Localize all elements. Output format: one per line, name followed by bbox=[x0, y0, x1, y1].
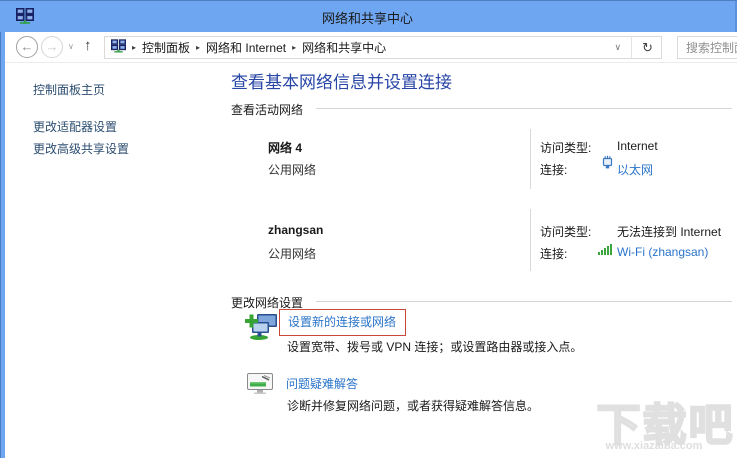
access-type-value: Internet bbox=[617, 139, 658, 153]
setup-new-connection-link[interactable]: 设置新的连接或网络 bbox=[288, 315, 396, 329]
page-title: 查看基本网络信息并设置连接 bbox=[231, 68, 452, 93]
sidebar-item-change-adapter-settings[interactable]: 更改适配器设置 bbox=[33, 118, 117, 135]
ethernet-link[interactable]: 以太网 bbox=[617, 161, 653, 178]
up-icon: ↑ bbox=[84, 37, 92, 54]
new-connection-icon bbox=[245, 311, 279, 346]
forward-button[interactable]: → bbox=[41, 36, 63, 58]
window-title: 网络和共享中心 bbox=[0, 8, 735, 27]
breadcrumb-separator-icon: ▸ bbox=[132, 43, 136, 52]
breadcrumb-network-internet[interactable]: 网络和 Internet bbox=[206, 39, 286, 56]
wifi-link[interactable]: Wi-Fi (zhangsan) bbox=[617, 245, 708, 259]
section-divider bbox=[316, 108, 732, 109]
network-profile: 公用网络 bbox=[268, 245, 316, 262]
troubleshoot-icon bbox=[247, 373, 273, 399]
network-sharing-center-window: 网络和共享中心 ← → ∨ ↑ bbox=[0, 0, 737, 458]
network-row-divider bbox=[530, 129, 531, 189]
section-divider bbox=[316, 301, 732, 302]
search-input[interactable] bbox=[677, 36, 737, 59]
window-left-border bbox=[0, 32, 5, 458]
sidebar-item-change-advanced-sharing[interactable]: 更改高级共享设置 bbox=[33, 140, 129, 157]
toolbar: ← → ∨ ↑ ▸ 控制面板 ▸ bbox=[5, 32, 737, 63]
network-name: 网络 4 bbox=[268, 139, 302, 156]
connections-label: 连接: bbox=[540, 161, 567, 178]
task-description: 设置宽带、拨号或 VPN 连接；或设置路由器或接入点。 bbox=[287, 338, 582, 355]
task-description: 诊断并修复网络问题，或者获得疑难解答信息。 bbox=[287, 397, 539, 414]
annotation-highlight-box: 设置新的连接或网络 bbox=[279, 309, 406, 336]
network-icon bbox=[111, 39, 126, 56]
titlebar: 网络和共享中心 bbox=[0, 1, 737, 32]
wifi-signal-icon bbox=[598, 242, 613, 260]
address-bar[interactable]: ▸ 控制面板 ▸ 网络和 Internet ▸ 网络和共享中心 ∨ ↻ bbox=[104, 36, 662, 59]
breadcrumb-control-panel[interactable]: 控制面板 bbox=[142, 39, 190, 56]
network-row-divider bbox=[530, 209, 531, 271]
network-name: zhangsan bbox=[268, 223, 323, 237]
access-type-label: 访问类型: bbox=[540, 223, 591, 240]
ethernet-icon bbox=[602, 155, 613, 174]
breadcrumb-network-sharing-center[interactable]: 网络和共享中心 bbox=[302, 39, 386, 56]
forward-icon: → bbox=[46, 39, 59, 54]
sidebar-item-control-panel-home[interactable]: 控制面板主页 bbox=[33, 81, 105, 98]
section-label-active-networks: 查看活动网络 bbox=[231, 101, 303, 118]
recent-pages-chevron-icon[interactable]: ∨ bbox=[68, 42, 74, 51]
breadcrumb-separator-icon: ▸ bbox=[196, 43, 200, 52]
watermark-url: www.xiazaiba.com bbox=[594, 440, 714, 452]
network-profile: 公用网络 bbox=[268, 161, 316, 178]
back-icon: ← bbox=[21, 39, 34, 54]
troubleshoot-problems-link[interactable]: 问题疑难解答 bbox=[286, 375, 358, 392]
connections-label: 连接: bbox=[540, 245, 567, 262]
address-dropdown-icon[interactable]: ∨ bbox=[611, 42, 626, 53]
refresh-icon[interactable]: ↻ bbox=[638, 40, 657, 56]
up-button[interactable]: ↑ bbox=[84, 37, 92, 54]
back-button[interactable]: ← bbox=[16, 36, 38, 58]
access-type-label: 访问类型: bbox=[540, 139, 591, 156]
address-bar-divider bbox=[631, 37, 632, 58]
breadcrumb-separator-icon: ▸ bbox=[292, 43, 296, 52]
access-type-value: 无法连接到 Internet bbox=[617, 223, 721, 240]
